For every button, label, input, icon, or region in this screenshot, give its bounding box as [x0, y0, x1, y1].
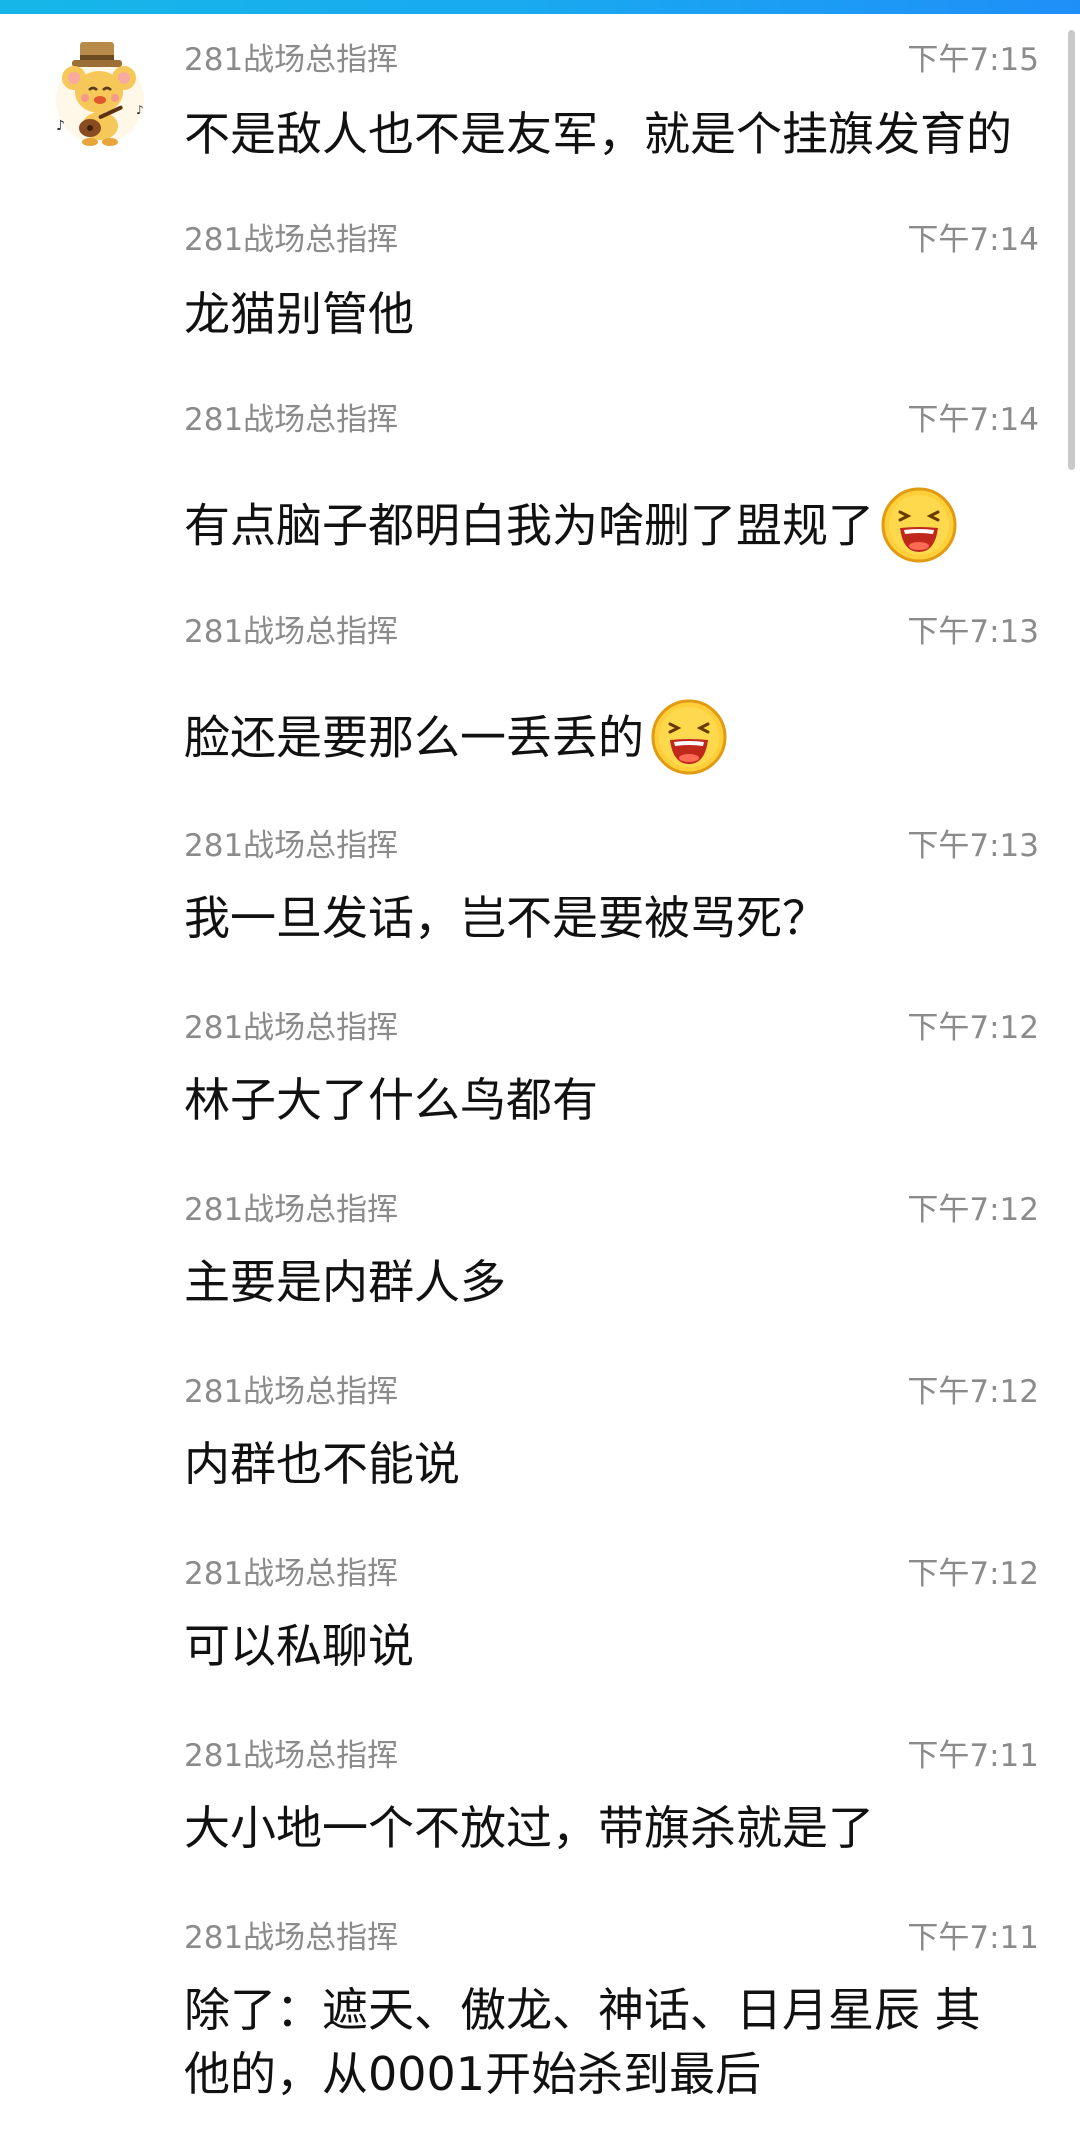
sender-name: 281战场总指挥: [184, 1738, 399, 1774]
message-time: 下午7:14: [907, 222, 1039, 258]
message-time: 下午7:13: [907, 828, 1039, 864]
message-text: 林子大了什么鸟都有: [184, 1073, 598, 1127]
message-text: 有点脑子都明白我为啥删了盟规了: [184, 487, 1014, 568]
top-accent-bar: [0, 0, 1080, 14]
sender-name: 281战场总指挥: [184, 828, 399, 864]
message-time: 下午7:11: [907, 1738, 1039, 1774]
scrollbar[interactable]: [1068, 30, 1075, 470]
sender-name: 281战场总指挥: [184, 1192, 399, 1228]
message-time: 下午7:14: [907, 402, 1039, 438]
message-text: 可以私聊说: [184, 1619, 414, 1673]
message-time: 下午7:15: [907, 42, 1039, 78]
sender-name: 281战场总指挥: [184, 1920, 399, 1956]
message-text: 不是敌人也不是友军，就是个挂旗发育的: [184, 107, 1012, 161]
sender-name: 281战场总指挥: [184, 42, 399, 78]
sender-name: 281战场总指挥: [184, 402, 399, 438]
laughing-face-icon: [880, 486, 958, 564]
message-time: 下午7:11: [907, 1920, 1039, 1956]
message-text: 大小地一个不放过，带旗杀就是了: [184, 1801, 874, 1855]
sender-name: 281战场总指挥: [184, 1374, 399, 1410]
message-text: 龙猫别管他: [184, 287, 414, 341]
sender-name: 281战场总指挥: [184, 614, 399, 650]
message-text: 脸还是要那么一丢丢的: [184, 699, 1014, 780]
message-text: 我一旦发话，岂不是要被骂死？: [184, 891, 828, 945]
message-text: 内群也不能说: [184, 1437, 460, 1491]
message-text: 除了：遮天、傲龙、神话、日月星辰 其他的，从0001开始杀到最后: [184, 1983, 981, 2101]
svg-text:♪: ♪: [56, 118, 65, 134]
message-time: 下午7:12: [907, 1374, 1039, 1410]
message-text: 主要是内群人多: [184, 1255, 506, 1309]
message-time: 下午7:13: [907, 614, 1039, 650]
avatar-icon[interactable]: ♪ ♪: [52, 38, 148, 148]
laughing-face-icon: [650, 698, 728, 776]
sender-name: 281战场总指挥: [184, 1556, 399, 1592]
message-time: 下午7:12: [907, 1192, 1039, 1228]
svg-text:♪: ♪: [136, 103, 144, 117]
message-time: 下午7:12: [907, 1556, 1039, 1592]
message-time: 下午7:12: [907, 1010, 1039, 1046]
sender-name: 281战场总指挥: [184, 1010, 399, 1046]
sender-name: 281战场总指挥: [184, 222, 399, 258]
